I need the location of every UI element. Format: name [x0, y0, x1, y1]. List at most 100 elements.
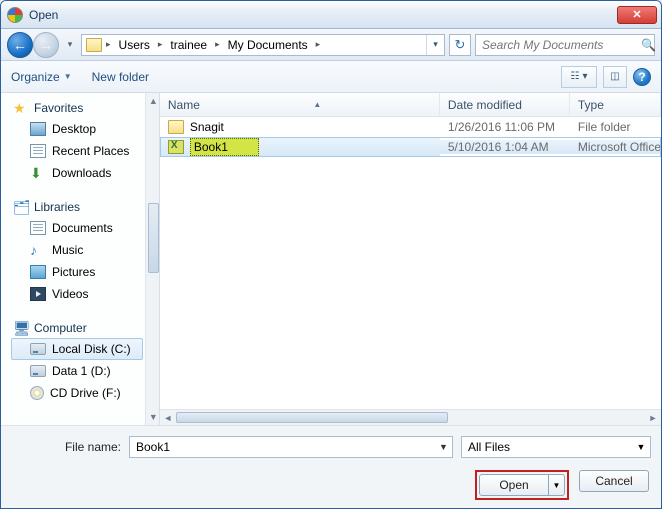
filename-input[interactable] — [130, 439, 434, 455]
new-folder-label: New folder — [92, 70, 149, 84]
file-row[interactable]: Snagit 1/26/2016 11:06 PM File folder — [160, 117, 661, 137]
sidebar-scrollbar[interactable]: ▲ ▼ — [145, 93, 160, 425]
column-type[interactable]: Type — [570, 93, 661, 116]
excel-icon — [168, 140, 184, 154]
sidebar-item-data-d[interactable]: Data 1 (D:) — [11, 360, 143, 382]
sidebar-group-libraries[interactable]: 🗂 Libraries — [11, 198, 143, 217]
sidebar-item-label: Desktop — [52, 122, 96, 136]
open-button-highlight: Open ▼ — [475, 470, 569, 500]
recent-icon — [30, 144, 46, 158]
sidebar-item-label: Music — [52, 243, 83, 257]
sidebar-item-documents[interactable]: Documents — [11, 217, 143, 239]
chevron-down-icon[interactable]: ▼ — [434, 442, 452, 452]
breadcrumb-segment[interactable]: trainee — [166, 38, 211, 52]
breadcrumb-segment[interactable]: Users — [115, 38, 154, 52]
filename-combo[interactable]: ▼ — [129, 436, 453, 458]
file-type: Microsoft Office — [570, 140, 661, 154]
chevron-down-icon: ▼ — [64, 72, 72, 81]
open-split-dropdown[interactable]: ▼ — [549, 474, 565, 496]
organize-menu[interactable]: Organize ▼ — [11, 70, 72, 84]
search-input[interactable] — [476, 37, 641, 53]
scroll-right-icon[interactable]: ► — [645, 413, 661, 423]
scroll-up-icon[interactable]: ▲ — [146, 93, 160, 109]
sidebar-item-label: Downloads — [52, 166, 111, 180]
sidebar-item-label: Recent Places — [52, 144, 129, 158]
view-mode-button[interactable]: ☷ ▾ — [561, 66, 597, 88]
search-box[interactable]: 🔍 — [475, 34, 655, 56]
file-filter-combo[interactable]: All Files ▼ — [461, 436, 651, 458]
sidebar-group-label: Computer — [34, 321, 87, 335]
documents-icon — [30, 221, 46, 235]
videos-icon — [30, 287, 46, 301]
chevron-down-icon[interactable]: ▼ — [632, 442, 650, 452]
music-icon: ♪ — [30, 243, 46, 257]
refresh-icon: ↻ — [455, 37, 466, 53]
sort-asc-icon: ▲ — [313, 100, 321, 109]
chevron-right-icon: ▸ — [213, 39, 222, 50]
refresh-button[interactable]: ↻ — [449, 34, 471, 56]
sidebar-item-pictures[interactable]: Pictures — [11, 261, 143, 283]
preview-pane-button[interactable]: ◫ — [603, 66, 627, 88]
back-button[interactable]: ← — [7, 32, 33, 58]
sidebar-item-local-disk-c[interactable]: Local Disk (C:) — [11, 338, 143, 360]
sidebar-item-videos[interactable]: Videos — [11, 283, 143, 305]
chevron-down-icon: ▾ — [582, 71, 587, 82]
new-folder-button[interactable]: New folder — [92, 70, 149, 84]
sidebar-item-music[interactable]: ♪ Music — [11, 239, 143, 261]
close-button[interactable]: ✕ — [617, 6, 657, 24]
computer-icon: 🖥 — [13, 321, 29, 335]
sidebar-item-desktop[interactable]: Desktop — [11, 118, 143, 140]
sidebar-item-downloads[interactable]: ⬇ Downloads — [11, 162, 143, 184]
chevron-right-icon: ▸ — [314, 39, 323, 50]
help-button[interactable]: ? — [633, 68, 651, 86]
address-bar[interactable]: ▸ Users ▸ trainee ▸ My Documents ▸ ▾ — [81, 34, 445, 56]
file-name: Book1 — [190, 138, 259, 156]
folder-icon — [86, 38, 102, 52]
sidebar-group-favorites[interactable]: ★ Favorites — [11, 99, 143, 118]
open-dialog: Open ✕ ← → ▾ ▸ Users ▸ trainee ▸ My Docu… — [0, 0, 662, 509]
drive-icon — [30, 343, 46, 355]
cd-icon — [30, 386, 44, 400]
horizontal-scrollbar[interactable]: ◄ ► — [160, 409, 661, 425]
arrow-left-icon: ← — [13, 37, 27, 53]
column-date[interactable]: Date modified — [440, 93, 570, 116]
column-name[interactable]: Name ▲ — [160, 93, 440, 116]
sidebar-item-label: Documents — [52, 221, 113, 235]
scroll-left-icon[interactable]: ◄ — [160, 413, 176, 423]
view-icon: ☷ — [571, 71, 580, 82]
toolbar: Organize ▼ New folder ☷ ▾ ◫ ? — [1, 61, 661, 93]
dialog-footer: File name: ▼ All Files ▼ Open ▼ Cancel — [1, 425, 661, 509]
file-date: 1/26/2016 11:06 PM — [440, 120, 570, 134]
window-title: Open — [29, 8, 58, 22]
help-icon: ? — [638, 70, 645, 84]
history-dropdown[interactable]: ▾ — [63, 35, 77, 55]
column-headers: Name ▲ Date modified Type — [160, 93, 661, 117]
open-button[interactable]: Open — [479, 474, 549, 496]
file-row[interactable]: Book1 5/10/2016 1:04 AM Microsoft Office — [160, 137, 661, 157]
sidebar-group-computer[interactable]: 🖥 Computer — [11, 319, 143, 338]
sidebar-item-recent[interactable]: Recent Places — [11, 140, 143, 162]
sidebar-group-label: Libraries — [34, 200, 80, 214]
sidebar-item-label: Local Disk (C:) — [52, 342, 131, 356]
address-dropdown[interactable]: ▾ — [426, 35, 444, 55]
navigation-pane: ★ Favorites Desktop Recent Places ⬇ Down… — [1, 93, 160, 425]
sidebar-item-cd-drive-f[interactable]: CD Drive (F:) — [11, 382, 143, 404]
scroll-thumb[interactable] — [148, 203, 159, 273]
pictures-icon — [30, 265, 46, 279]
cancel-button[interactable]: Cancel — [579, 470, 649, 492]
drive-icon — [30, 365, 46, 377]
column-label: Type — [578, 98, 604, 112]
scroll-down-icon[interactable]: ▼ — [146, 409, 160, 425]
breadcrumb-segment[interactable]: My Documents — [224, 38, 312, 52]
file-name: Snagit — [190, 120, 224, 134]
chevron-right-icon: ▸ — [156, 39, 165, 50]
open-label: Open — [499, 478, 528, 492]
file-list: Name ▲ Date modified Type Snagit 1/26/20… — [160, 93, 661, 425]
scroll-thumb[interactable] — [176, 412, 448, 423]
cancel-label: Cancel — [595, 474, 632, 488]
arrow-right-icon: → — [39, 37, 53, 53]
forward-button[interactable]: → — [33, 32, 59, 58]
titlebar: Open ✕ — [1, 1, 661, 29]
column-label: Name — [168, 98, 200, 112]
chevron-right-icon: ▸ — [104, 39, 113, 50]
